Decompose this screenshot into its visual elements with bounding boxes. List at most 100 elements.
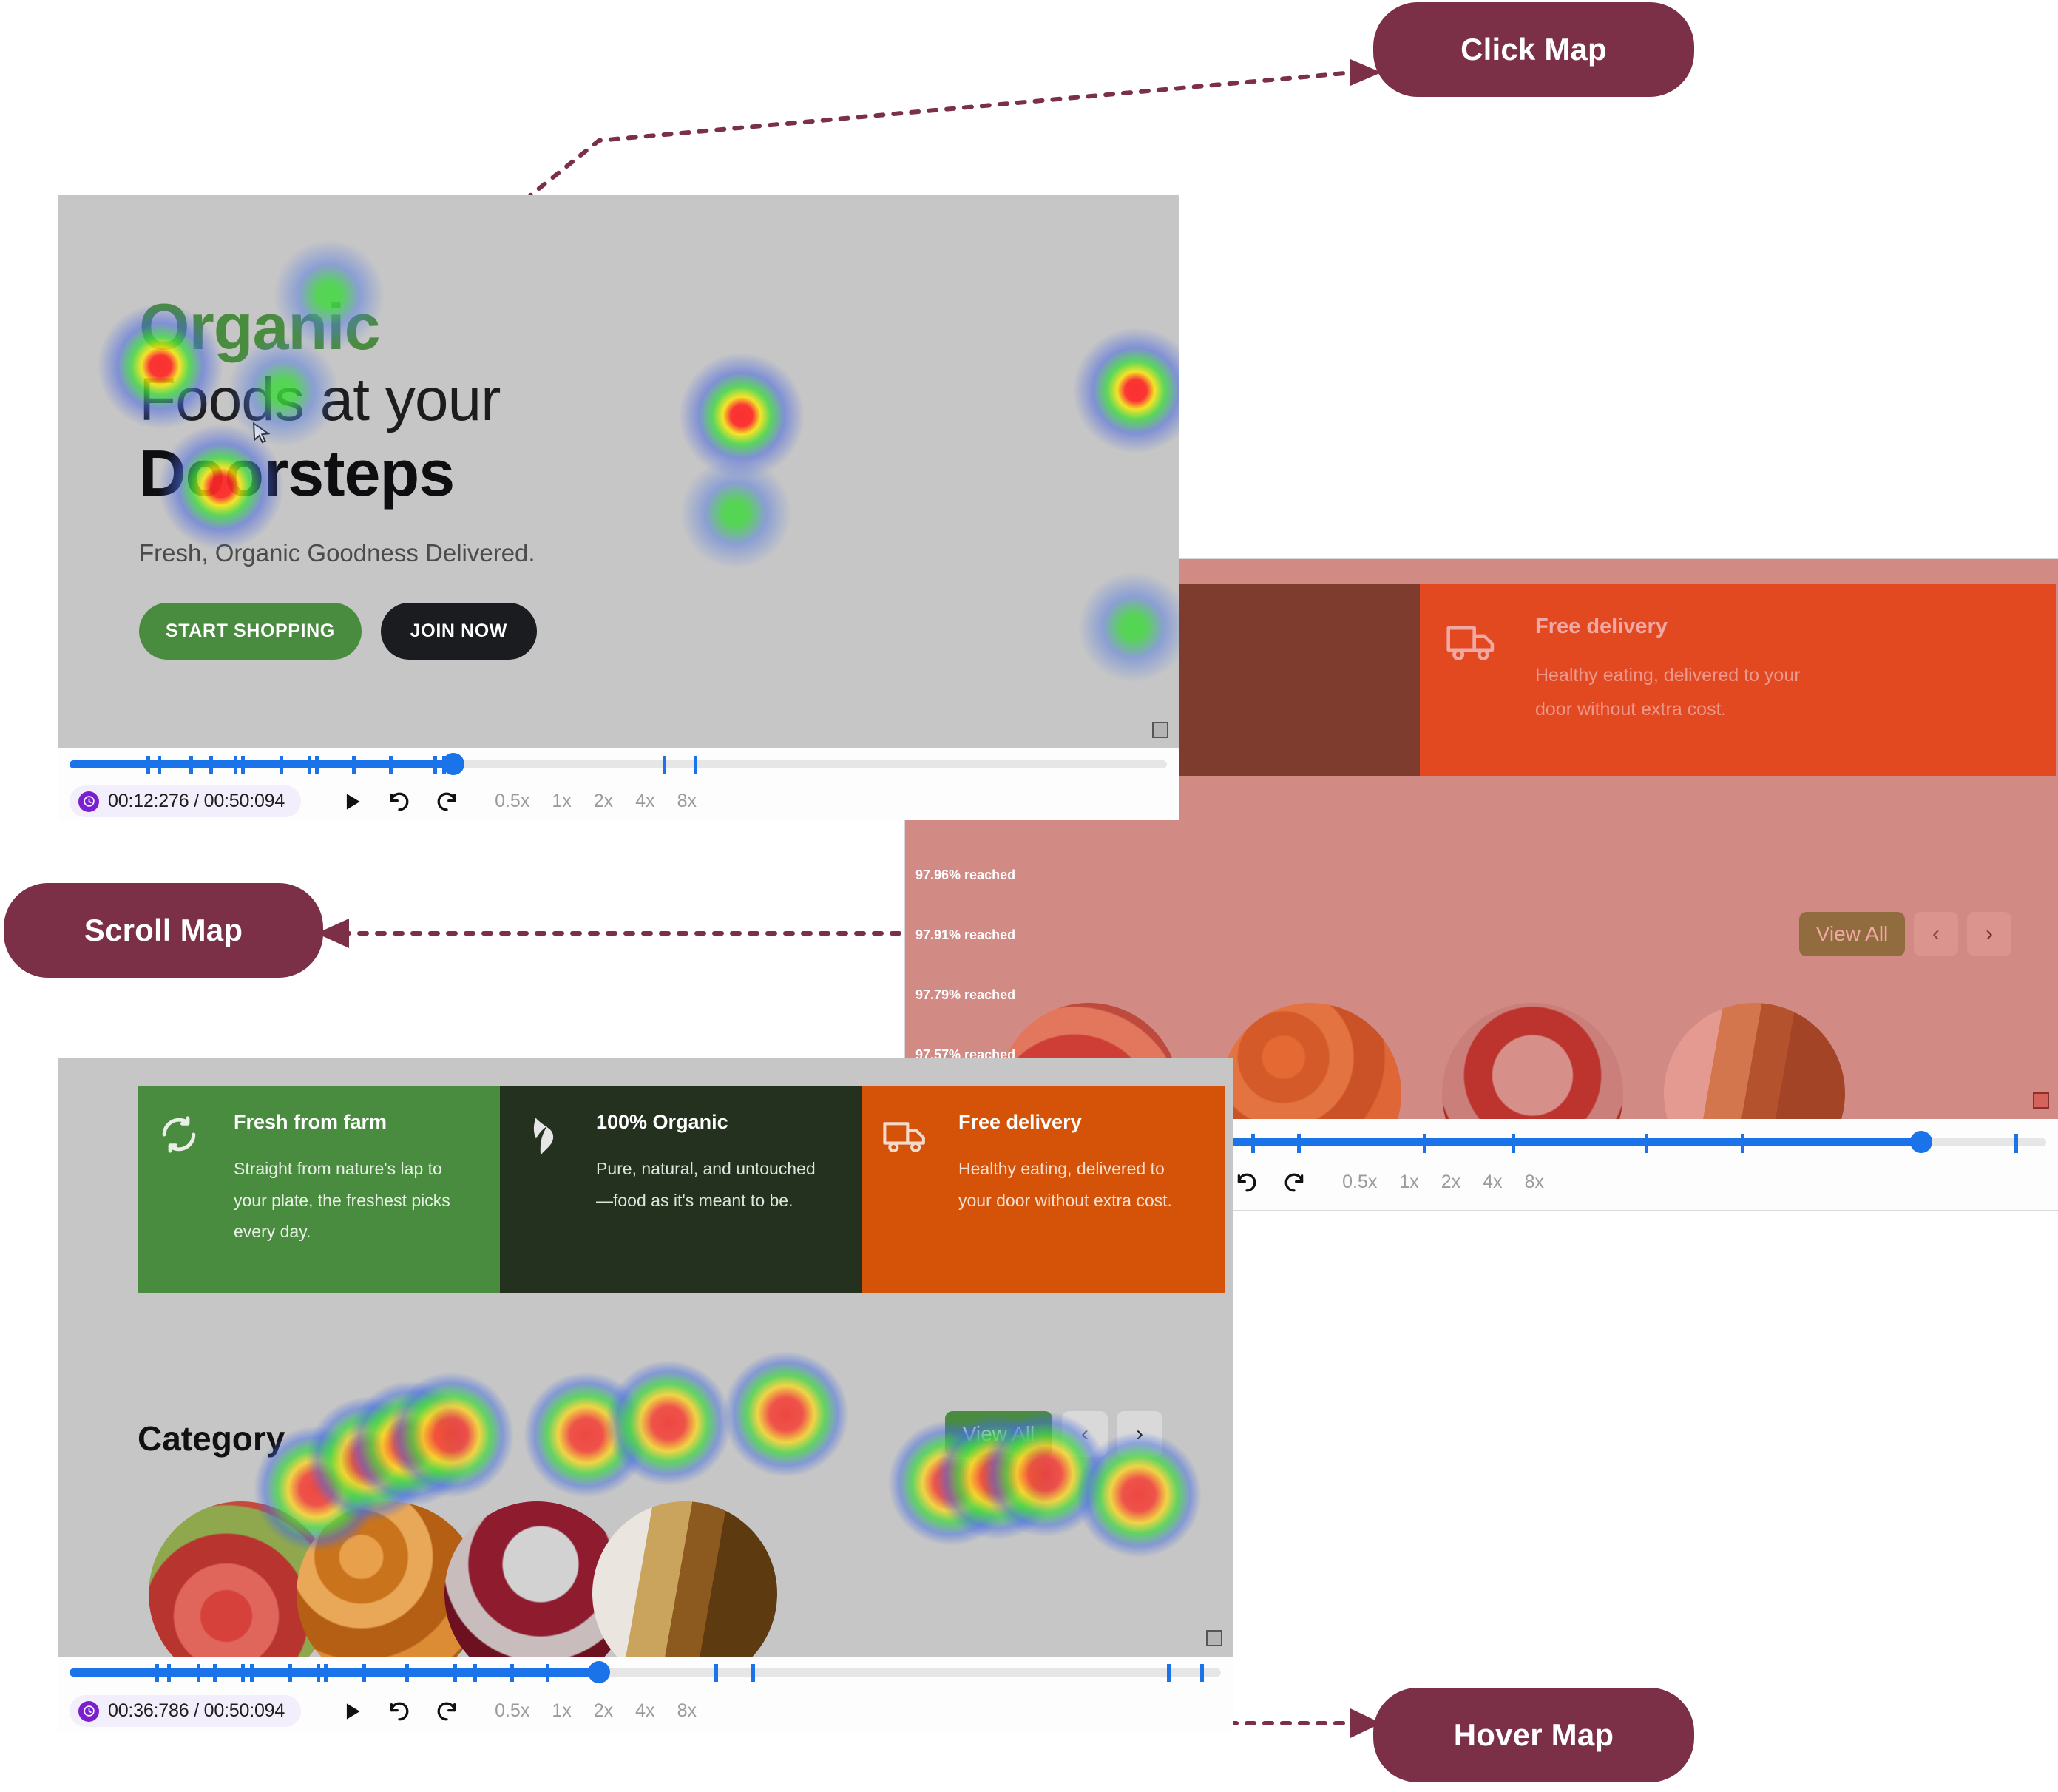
event-tick[interactable] xyxy=(546,1664,549,1682)
forward-icon[interactable] xyxy=(434,1699,459,1724)
event-tick[interactable] xyxy=(1200,1664,1204,1682)
category-item-oil-bottles[interactable] xyxy=(1664,1003,1845,1119)
panel-resize-handle[interactable] xyxy=(1206,1630,1222,1646)
event-tick[interactable] xyxy=(1741,1134,1744,1153)
scroll-reach-label: 97.79% reached xyxy=(915,987,1016,1002)
feature-body: Healthy eating, delivered to your door w… xyxy=(1535,665,1801,720)
event-tick[interactable] xyxy=(315,756,319,774)
speed-option-05x[interactable]: 0.5x xyxy=(495,791,529,812)
feature-title: Fresh from farm xyxy=(234,1111,387,1133)
event-tick[interactable] xyxy=(510,1664,514,1682)
seek-progress xyxy=(70,1668,600,1677)
event-tick[interactable] xyxy=(453,1664,457,1682)
event-tick[interactable] xyxy=(714,1664,718,1682)
rewind-icon[interactable] xyxy=(387,1699,412,1724)
click-map-player: 00:12:276 / 00:50:094 0.5x 1x 2x 4x 8x xyxy=(58,748,1179,820)
speed-option-1x[interactable]: 1x xyxy=(1399,1171,1418,1193)
scroll-map-seek-knob[interactable] xyxy=(1910,1131,1932,1153)
speed-option-05x[interactable]: 0.5x xyxy=(1342,1171,1377,1193)
event-tick[interactable] xyxy=(234,756,237,774)
event-tick[interactable] xyxy=(189,756,193,774)
hover-map-panel: Fresh from farm Straight from nature's l… xyxy=(58,1058,1233,1731)
event-tick[interactable] xyxy=(352,756,356,774)
start-shopping-button[interactable]: START SHOPPING xyxy=(139,602,362,660)
event-tick[interactable] xyxy=(1297,1134,1301,1153)
event-tick[interactable] xyxy=(1645,1134,1648,1153)
event-tick[interactable] xyxy=(288,1664,292,1682)
event-tick[interactable] xyxy=(308,756,311,774)
event-tick[interactable] xyxy=(317,1664,320,1682)
panel-resize-handle[interactable] xyxy=(1152,722,1168,738)
speed-option-2x[interactable]: 2x xyxy=(594,791,613,812)
event-tick[interactable] xyxy=(1423,1134,1426,1153)
scroll-map-badge[interactable]: Scroll Map xyxy=(4,883,323,978)
play-icon[interactable] xyxy=(339,789,365,814)
event-tick[interactable] xyxy=(209,756,213,774)
category-item-wine-pour[interactable] xyxy=(1442,1003,1623,1119)
event-tick[interactable] xyxy=(213,1664,217,1682)
play-icon[interactable] xyxy=(339,1699,365,1724)
event-tick[interactable] xyxy=(197,1664,200,1682)
speed-option-2x[interactable]: 2x xyxy=(1441,1171,1460,1193)
forward-icon[interactable] xyxy=(434,789,459,814)
event-tick[interactable] xyxy=(241,1664,245,1682)
speed-option-1x[interactable]: 1x xyxy=(552,1700,571,1722)
event-tick[interactable] xyxy=(158,756,161,774)
seek-progress xyxy=(70,760,454,768)
event-tick[interactable] xyxy=(663,756,666,774)
scroll-map-speed-options: 0.5x 1x 2x 4x 8x xyxy=(1342,1171,1544,1193)
view-all-button[interactable]: View All xyxy=(1799,912,1905,956)
click-heat-point xyxy=(98,303,224,430)
feature-title: 100% Organic xyxy=(596,1111,728,1133)
speed-option-8x[interactable]: 8x xyxy=(677,1700,697,1722)
event-tick[interactable] xyxy=(1167,1664,1171,1682)
speed-option-4x[interactable]: 4x xyxy=(1483,1171,1502,1193)
event-tick[interactable] xyxy=(1251,1134,1255,1153)
event-tick[interactable] xyxy=(751,1664,755,1682)
event-tick[interactable] xyxy=(1512,1134,1515,1153)
category-item-oil-bottles[interactable] xyxy=(592,1501,777,1657)
speed-option-8x[interactable]: 8x xyxy=(677,791,697,812)
event-tick[interactable] xyxy=(694,756,697,774)
click-map-seek-knob[interactable] xyxy=(442,753,464,775)
clock-icon xyxy=(78,1700,99,1722)
event-tick[interactable] xyxy=(280,756,283,774)
truck-icon xyxy=(883,1117,929,1155)
hover-map-controls: 00:36:786 / 00:50:094 0.5x 1x 2x 4x 8x xyxy=(70,1695,697,1727)
event-tick[interactable] xyxy=(362,1664,366,1682)
speed-option-4x[interactable]: 4x xyxy=(635,791,654,812)
event-tick[interactable] xyxy=(167,1664,171,1682)
event-tick[interactable] xyxy=(433,756,437,774)
event-tick[interactable] xyxy=(389,756,393,774)
speed-option-2x[interactable]: 2x xyxy=(594,1700,613,1722)
hover-map-seek-knob[interactable] xyxy=(588,1661,610,1683)
refresh-icon xyxy=(158,1114,200,1155)
category-next-button[interactable]: › xyxy=(1967,912,2011,956)
click-map-badge[interactable]: Click Map xyxy=(1373,2,1694,97)
click-map-viewport: Organic Foods at your Doorsteps Fresh, O… xyxy=(58,195,1179,748)
speed-option-4x[interactable]: 4x xyxy=(635,1700,654,1722)
event-tick[interactable] xyxy=(155,1664,159,1682)
event-tick[interactable] xyxy=(241,756,245,774)
click-map-speed-options: 0.5x 1x 2x 4x 8x xyxy=(495,791,697,812)
event-tick[interactable] xyxy=(250,1664,254,1682)
join-now-button[interactable]: JOIN NOW xyxy=(380,602,537,660)
category-item-cinnamon-rolls[interactable] xyxy=(1220,1003,1401,1119)
feature-card-free-delivery: Free delivery Healthy eating, delivered … xyxy=(862,1086,1225,1293)
event-tick[interactable] xyxy=(405,1664,409,1682)
speed-option-8x[interactable]: 8x xyxy=(1525,1171,1544,1193)
rewind-icon[interactable] xyxy=(387,789,412,814)
speed-option-1x[interactable]: 1x xyxy=(552,791,571,812)
category-prev-button[interactable]: ‹ xyxy=(1914,912,1958,956)
event-tick[interactable] xyxy=(324,1664,328,1682)
speed-option-05x[interactable]: 0.5x xyxy=(495,1700,529,1722)
panel-resize-handle[interactable] xyxy=(2033,1092,2049,1109)
hover-map-time-chip: 00:36:786 / 00:50:094 xyxy=(70,1695,302,1727)
event-tick[interactable] xyxy=(473,1664,477,1682)
feature-body: Pure, natural, and untouched—food as it'… xyxy=(596,1159,816,1210)
forward-icon[interactable] xyxy=(1282,1170,1307,1195)
hover-map-badge[interactable]: Hover Map xyxy=(1373,1688,1694,1782)
rewind-icon[interactable] xyxy=(1234,1170,1259,1195)
event-tick[interactable] xyxy=(146,756,150,774)
event-tick[interactable] xyxy=(2014,1134,2018,1153)
